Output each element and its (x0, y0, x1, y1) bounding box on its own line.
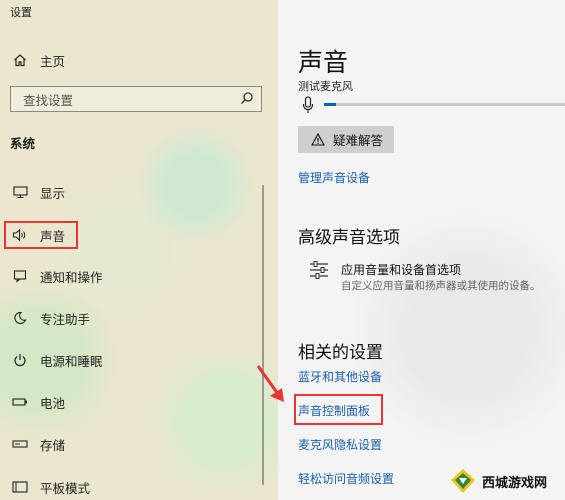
sidebar-scrollbar[interactable] (262, 185, 264, 485)
mic-level-bar (324, 103, 565, 106)
sidebar-item-label: 平板模式 (40, 480, 91, 496)
sidebar-item-label: 存储 (40, 437, 66, 453)
section-title: 系统 (10, 136, 36, 151)
watermark-logo-icon (451, 469, 475, 493)
power-icon (10, 353, 30, 367)
main-panel: 声音 测试麦克风 疑难解答 管理声音设备 高级声音选项 应用音量和设备首选项 自… (278, 0, 565, 500)
accessibility-audio-link[interactable]: 轻松访问音频设置 (298, 470, 394, 487)
moon-icon (10, 311, 30, 325)
search-input[interactable]: 查找设置 (10, 86, 262, 112)
sidebar-item-power[interactable]: 电源和睡眠 (10, 349, 103, 371)
tablet-icon (10, 480, 30, 494)
sidebar-item-label: 主页 (40, 53, 66, 69)
sidebar-item-notifications[interactable]: 通知和操作 (10, 265, 103, 287)
page-title: 声音 (298, 48, 349, 77)
app-title: 设置 (10, 6, 32, 19)
troubleshoot-button[interactable]: 疑难解答 (298, 126, 394, 153)
microphone-icon (302, 96, 314, 118)
sliders-icon[interactable] (309, 261, 329, 283)
sidebar-item-label: 通知和操作 (40, 269, 103, 285)
battery-icon (10, 395, 30, 409)
sidebar-item-focus-assist[interactable]: 专注助手 (10, 307, 90, 329)
sidebar-item-tablet-mode[interactable]: 平板模式 (10, 476, 90, 498)
watermark-text: 西城游戏网 (482, 475, 548, 491)
app-volume-description: 自定义应用音量和扬声器或其使用的设备。 (341, 280, 541, 292)
advanced-sound-heading: 高级声音选项 (298, 228, 400, 248)
selection-highlight (4, 221, 78, 249)
search-placeholder: 查找设置 (23, 92, 74, 108)
microphone-privacy-link[interactable]: 麦克风隐私设置 (298, 436, 382, 453)
sidebar-item-home[interactable]: 主页 (10, 49, 65, 71)
home-icon (10, 53, 30, 67)
watermark: 西城游戏网 (448, 462, 565, 500)
link-highlight (294, 394, 383, 425)
bluetooth-devices-link[interactable]: 蓝牙和其他设备 (298, 368, 382, 385)
notification-icon (10, 269, 30, 283)
search-icon[interactable] (240, 91, 254, 108)
storage-icon (10, 437, 30, 451)
app-volume-title[interactable]: 应用音量和设备首选项 (341, 261, 461, 278)
mic-level-fill (324, 103, 337, 106)
sidebar-item-display[interactable]: 显示 (10, 181, 65, 203)
troubleshoot-label: 疑难解答 (333, 133, 384, 148)
red-arrow-annotation (256, 365, 284, 402)
sidebar: 设置 主页 查找设置 系统 显示 声音 通知和操作 专注助手 电源和睡眠 电池 … (0, 0, 278, 500)
related-settings-heading: 相关的设置 (298, 343, 383, 363)
sidebar-item-label: 电源和睡眠 (40, 353, 103, 369)
sidebar-item-label: 专注助手 (40, 311, 91, 327)
sidebar-item-label: 显示 (40, 185, 66, 201)
display-icon (10, 185, 30, 199)
mic-test-label: 测试麦克风 (298, 80, 353, 93)
sidebar-item-storage[interactable]: 存储 (10, 433, 65, 455)
sidebar-item-label: 电池 (40, 395, 66, 411)
warning-icon (311, 133, 325, 146)
manage-sound-devices-link[interactable]: 管理声音设备 (298, 169, 370, 186)
sidebar-item-battery[interactable]: 电池 (10, 391, 65, 413)
